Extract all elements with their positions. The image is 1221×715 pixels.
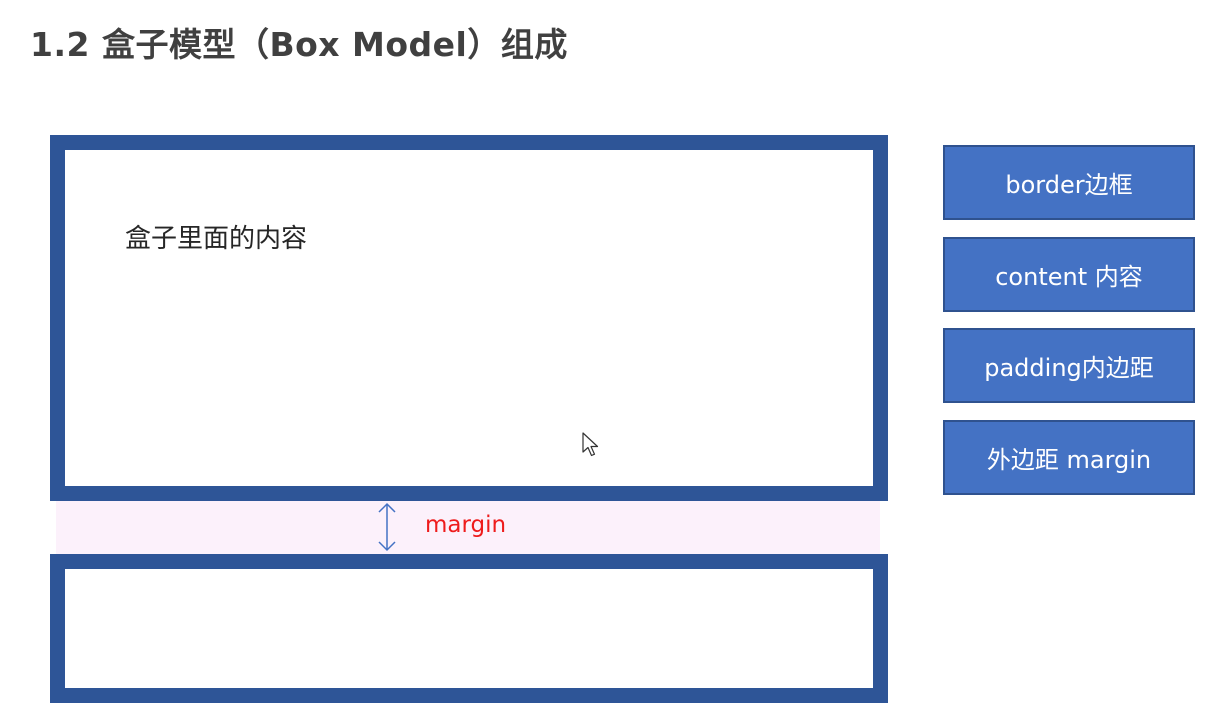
box-model-top-box: 盒子里面的内容 [50,135,888,501]
page-title: 1.2 盒子模型（Box Model）组成 [30,25,568,64]
legend-content-button[interactable]: content 内容 [943,237,1195,312]
mouse-cursor-icon [582,432,599,457]
legend-margin-button[interactable]: 外边距 margin [943,420,1195,495]
box-model-bottom-box [50,554,888,703]
box-content-text: 盒子里面的内容 [125,224,308,254]
margin-label: margin [425,512,507,538]
legend-border-button[interactable]: border边框 [943,145,1195,220]
legend-padding-button[interactable]: padding内边距 [943,328,1195,403]
double-arrow-icon [378,502,396,552]
